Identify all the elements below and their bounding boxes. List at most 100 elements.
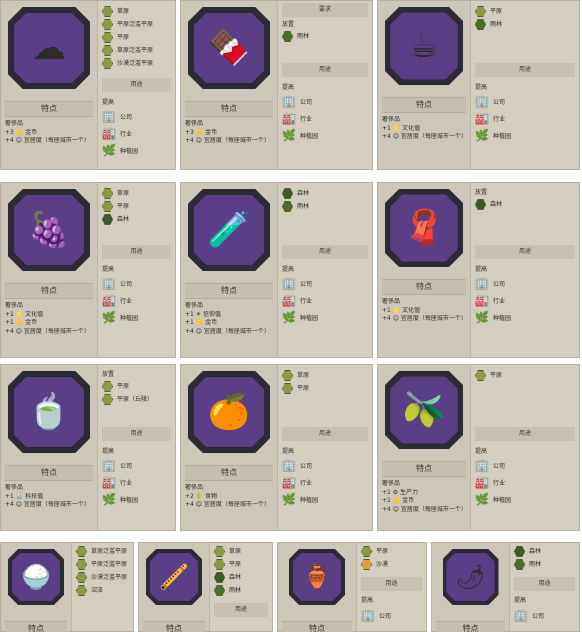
uses-list: 提高 🏢 公司 🏭 行业 🌿 种植园 (475, 83, 577, 144)
terrain-list: 草原 平原 森林 (102, 187, 173, 226)
use-item-company[interactable]: 🏢 公司 (361, 607, 424, 624)
dye-bottles-icon: 🧪 (207, 209, 251, 250)
use-item-industry[interactable]: 🏭 行业 (282, 110, 370, 127)
terrain-item[interactable]: 平原 (475, 5, 577, 18)
resource-card-tobacco[interactable]: 🪈 特点 草原 平原 森林 雨林 用途 (138, 542, 273, 632)
resource-card-sugar[interactable]: 🍚 特点 草原泛滥平原 平原泛滥平原 沙漠泛滥平原 沼泽 (0, 542, 134, 632)
use-item-industry[interactable]: 🏭 行业 (102, 474, 173, 491)
use-item-plantation[interactable]: 🌿 种植园 (475, 491, 577, 508)
use-item-plantation[interactable]: 🌿 种植园 (282, 309, 370, 326)
terrain-item[interactable]: 雨林 (514, 558, 577, 571)
terrain-item[interactable]: 雨林 (214, 584, 270, 597)
use-item-industry[interactable]: 🏭 行业 (475, 110, 577, 127)
terrain-item[interactable]: 沙漠泛滥平原 (76, 571, 131, 584)
terrain-item[interactable]: 草原 (214, 545, 270, 558)
terrain-list: 平原雨林 (475, 5, 577, 31)
resource-card-olives[interactable]: 🫒 特点 奢侈品 +1 ⚙ 生产力 +1 🪙 金币 +4 😊 宜居度（每座城市一个） 平原用… (377, 364, 580, 531)
company-icon: 🏢 (102, 276, 116, 290)
terrain-item[interactable]: 森林 (102, 213, 173, 226)
use-item-plantation[interactable]: 🌿 种植园 (102, 491, 173, 508)
use-item-plantation[interactable]: 🌿 种植园 (475, 309, 577, 326)
resource-card-spices[interactable]: 🌶 特点 森林 雨林 用途 提高 🏢 公司 (431, 542, 580, 632)
use-item-company[interactable]: 🏢 公司 (514, 607, 577, 624)
terrain-name: 平原 (297, 385, 310, 392)
card-info-panel: 🍊 特点 奢侈品 +2 🌾 食物 +4 😊 宜居度（每座城市一个） (181, 365, 277, 530)
terrain-item[interactable]: 草原 (102, 5, 173, 18)
uses-header: 用途 (361, 577, 422, 591)
terrain-item[interactable]: 平原泛滥平原 (102, 18, 173, 31)
resource-card-incense[interactable]: 🏺 特点 平原 沙漠 用途 提高 🏢 公司 (277, 542, 427, 632)
terrain-item[interactable]: 森林 (514, 545, 577, 558)
use-item-plantation[interactable]: 🌿 种植园 (282, 491, 370, 508)
terrain-item[interactable]: 草原泛滥平原 (102, 44, 173, 57)
use-item-company[interactable]: 🏢 公司 (282, 93, 370, 110)
resource-card-citrus[interactable]: 🍊 特点 奢侈品 +2 🌾 食物 +4 😊 宜居度（每座城市一个） 草原 平原 用途 提高 🏢 公司… (180, 364, 373, 531)
improve-label: 提高 (282, 84, 295, 91)
plantation-icon: 🌿 (282, 492, 296, 506)
company-icon: 🏢 (102, 109, 116, 123)
company-icon: 🏢 (361, 608, 375, 622)
terrain-hex-icon (214, 559, 225, 570)
terrain-item[interactable]: 沙漠泛滥平原 (102, 57, 173, 70)
terrain-item[interactable]: 平原 (361, 545, 424, 558)
terrain-item[interactable]: 森林 (475, 198, 577, 211)
terrain-item[interactable]: 雨林 (282, 200, 370, 213)
use-item-company[interactable]: 🏢 公司 (102, 457, 173, 474)
terrain-item[interactable]: 平原 (102, 380, 173, 393)
company-icon: 🏢 (475, 276, 489, 290)
resource-card-wine[interactable]: 🍇 特点 奢侈品 +1 ⭐ 文化值 +1 🪙 金币 +4 😊 宜居度（每座城市一个） 草原平… (0, 182, 176, 358)
terrain-item[interactable]: 雨林 (282, 30, 370, 43)
uses-header: 用途 (514, 577, 575, 591)
use-item-company[interactable]: 🏢 公司 (102, 108, 173, 125)
improve-label: 提高 (282, 266, 295, 273)
use-label: 公司 (493, 281, 506, 288)
use-item-company[interactable]: 🏢 公司 (282, 275, 370, 292)
terrain-item[interactable]: 平原（丘陵） (102, 393, 173, 406)
terrain-list: 森林 (475, 198, 577, 211)
terrain-item[interactable]: 平原 (102, 31, 173, 44)
use-item-plantation[interactable]: 🌿 种植园 (102, 142, 173, 159)
terrain-item[interactable]: 草原泛滥平原 (76, 545, 131, 558)
use-item-industry[interactable]: 🏭 行业 (102, 125, 173, 142)
trait-yield: +4 😊 宜居度（每座城市一个） (5, 327, 90, 335)
terrain-name: 雨林 (529, 561, 542, 568)
use-item-industry[interactable]: 🏭 行业 (282, 292, 370, 309)
card-requirements-panel: 平原 雨林 用途 提高 🏢 公司 🏭 行业 🌿 种植园 (470, 1, 579, 169)
use-item-plantation[interactable]: 🌿 种植园 (475, 127, 577, 144)
resource-card-cotton[interactable]: ☁ 特点 奢侈品 +3 🪙 金币 +4 😊 宜居度（每座城市一个） 草原 平原泛滥平原 平原草… (0, 0, 176, 170)
terrain-item[interactable]: 平原泛滥平原 (76, 558, 131, 571)
use-item-company[interactable]: 🏢 公司 (475, 93, 577, 110)
use-item-industry[interactable]: 🏭 行业 (282, 474, 370, 491)
terrain-name: 雨林 (229, 587, 242, 594)
terrain-name: 平原 (490, 8, 503, 15)
use-item-industry[interactable]: 🏭 行业 (102, 292, 173, 309)
resource-icon-bg: 🧪 (193, 194, 265, 266)
terrain-item[interactable]: 平原 (475, 369, 577, 382)
use-item-company[interactable]: 🏢 公司 (475, 275, 577, 292)
terrain-hex-icon (214, 585, 225, 596)
use-item-company[interactable]: 🏢 公司 (475, 457, 577, 474)
resource-card-tea[interactable]: 🍵 特点 奢侈品 +1 🔬 科技值 +4 😊 宜居度（每座城市一个） 放置 平原 平原（丘陵）… (0, 364, 176, 531)
use-item-company[interactable]: 🏢 公司 (282, 457, 370, 474)
use-item-plantation[interactable]: 🌿 种植园 (102, 309, 173, 326)
terrain-item[interactable]: 森林 (214, 571, 270, 584)
resource-card-coffee[interactable]: ☕ 特点 奢侈品 +1 ⭐ 文化值 +4 😊 宜居度（每座城市一个） 平原 雨林 用途 提高 🏢 公… (377, 0, 580, 170)
resource-card-cocoa[interactable]: 🍫 特点 奢侈品 +3 🪙 金币 +4 😊 宜居度（每座城市一个） 要求 放置 雨林 用途 提高 🏢… (180, 0, 373, 170)
terrain-item[interactable]: 沼泽 (76, 584, 131, 597)
terrain-item[interactable]: 雨林 (475, 18, 577, 31)
terrain-item[interactable]: 平原 (214, 558, 270, 571)
use-item-company[interactable]: 🏢 公司 (102, 275, 173, 292)
terrain-item[interactable]: 森林 (282, 187, 370, 200)
terrain-item[interactable]: 沙漠 (361, 558, 424, 571)
terrain-item[interactable]: 草原 (282, 369, 370, 382)
use-item-industry[interactable]: 🏭 行业 (475, 474, 577, 491)
terrain-item[interactable]: 草原 (102, 187, 173, 200)
resource-card-dyes[interactable]: 🧪 特点 奢侈品 +1 ⚜ 信仰值 +1 🪙 金币 +4 😊 宜居度（每座城市一个） 森林雨… (180, 182, 373, 358)
resource-card-silk[interactable]: 🧣 特点 奢侈品 +1 ⭐ 文化值 +4 😊 宜居度（每座城市一个） 放置 森林 用途 提高 🏢 公… (377, 182, 580, 358)
terrain-hex-icon (361, 559, 372, 570)
use-item-plantation[interactable]: 🌿 种植园 (282, 127, 370, 144)
use-item-industry[interactable]: 🏭 行业 (475, 292, 577, 309)
terrain-hex-icon (514, 559, 525, 570)
terrain-item[interactable]: 平原 (282, 382, 370, 395)
terrain-item[interactable]: 平原 (102, 200, 173, 213)
